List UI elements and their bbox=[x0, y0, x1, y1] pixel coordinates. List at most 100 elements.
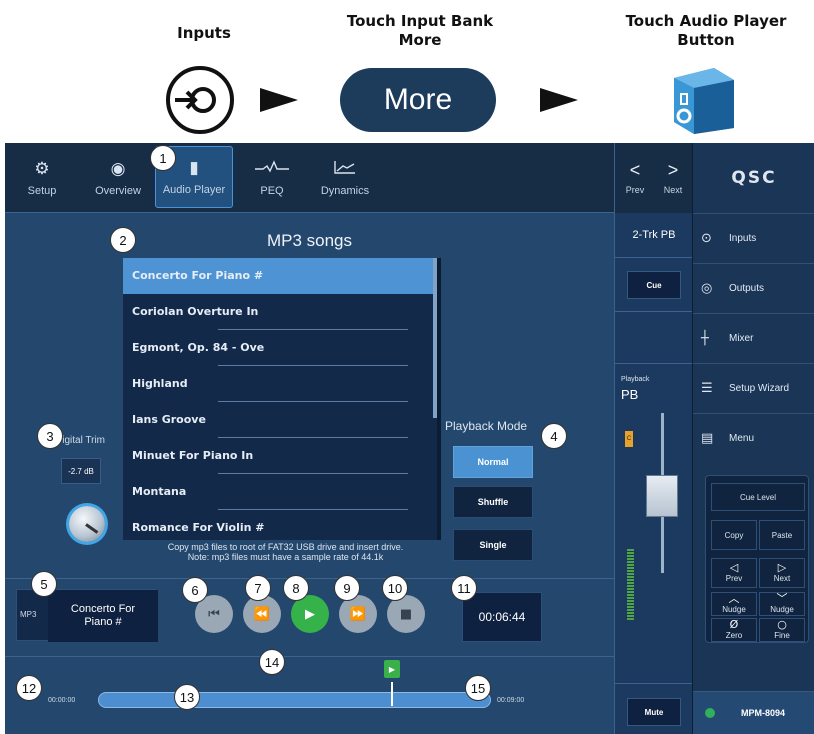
digital-trim-value: -2.7 dB bbox=[61, 458, 101, 484]
sidebar-item-setup-wizard[interactable]: ☰ Setup Wizard bbox=[693, 363, 814, 413]
chevron-left-icon: < bbox=[629, 159, 641, 180]
callout-2: 2 bbox=[110, 227, 136, 253]
nudge-down-button[interactable]: ﹀ Nudge bbox=[759, 592, 805, 616]
callout-7: 7 bbox=[245, 575, 271, 601]
sidebar-item-label: Setup Wizard bbox=[729, 383, 790, 394]
nudge-up-button[interactable]: ︿ Nudge bbox=[711, 592, 757, 616]
instruction-header: Inputs Touch Input Bank More Touch Audio… bbox=[0, 0, 814, 143]
copy-label: Copy bbox=[724, 530, 744, 540]
time-end: 00:09:00 bbox=[497, 697, 525, 704]
now-playing-box: MP3 Concerto For Piano # bbox=[16, 589, 158, 642]
zero-icon: Ø bbox=[729, 618, 739, 631]
playback-single-button[interactable]: Single bbox=[453, 529, 533, 561]
wifi-icon bbox=[705, 708, 715, 718]
qsc-logo: QSC bbox=[731, 168, 777, 188]
list-item[interactable]: Highland bbox=[123, 366, 437, 402]
tab-dynamics[interactable]: Dynamics bbox=[315, 143, 375, 213]
progress-bar[interactable] bbox=[98, 692, 491, 708]
callout-5: 5 bbox=[31, 571, 57, 597]
playback-shuffle-button[interactable]: Shuffle bbox=[453, 486, 533, 518]
list-item[interactable]: Concerto For Piano # bbox=[123, 258, 437, 294]
tab-overview[interactable]: ◉ Overview bbox=[91, 143, 145, 213]
zero-label: Zero bbox=[725, 631, 743, 640]
triangle-left-icon: ◁ bbox=[729, 561, 739, 574]
list-scrollbar[interactable] bbox=[433, 258, 437, 418]
stop-icon: ■ bbox=[399, 606, 413, 622]
input-icon: ⊙ bbox=[701, 231, 712, 246]
tab-dynamics-label: Dynamics bbox=[320, 185, 370, 197]
list-item[interactable]: Montana bbox=[123, 474, 437, 510]
paste-button[interactable]: Paste bbox=[759, 520, 805, 550]
list-item[interactable]: Coriolan Overture In bbox=[123, 294, 437, 330]
copy-button[interactable]: Copy bbox=[711, 520, 757, 550]
prev-label: Prev bbox=[725, 574, 743, 583]
speaker-box-icon: ▮ bbox=[189, 158, 199, 177]
next-channel-button[interactable]: > Next bbox=[655, 151, 691, 203]
cue-button[interactable]: Cue bbox=[627, 271, 681, 299]
control-panel: Cue Level Copy Paste ◁ Prev ▷ Next ︿ Nud… bbox=[705, 475, 809, 643]
divider bbox=[5, 578, 614, 579]
channel-strip: 2-Trk PB Cue Playback PB C Mute bbox=[614, 213, 693, 734]
mute-button[interactable]: Mute bbox=[627, 698, 681, 726]
songs-list[interactable]: Concerto For Piano # Coriolan Overture I… bbox=[123, 258, 441, 540]
callout-8: 8 bbox=[283, 575, 309, 601]
step-inputs-label: Inputs bbox=[177, 24, 231, 42]
sidebar-item-mixer[interactable]: ┼ Mixer bbox=[693, 313, 814, 363]
sidebar-item-inputs[interactable]: ⊙ Inputs bbox=[693, 213, 814, 263]
tab-setup[interactable]: ⚙ Setup bbox=[17, 143, 67, 213]
device-name: MPM-8094 bbox=[741, 708, 786, 718]
callout-11: 11 bbox=[451, 575, 477, 601]
divider bbox=[615, 257, 693, 258]
tab-peq-label: PEQ bbox=[260, 185, 284, 197]
callout-13: 13 bbox=[174, 684, 200, 710]
sidebar-item-label: Outputs bbox=[729, 283, 765, 294]
cue-level-button[interactable]: Cue Level bbox=[711, 483, 805, 511]
divider bbox=[615, 363, 693, 364]
songs-title: MP3 songs bbox=[266, 231, 353, 250]
tab-peq[interactable]: PEQ bbox=[249, 143, 295, 213]
sidebar-item-label: Mixer bbox=[729, 333, 754, 344]
callout-9: 9 bbox=[334, 575, 360, 601]
sidebar-item-menu[interactable]: ▤ Menu bbox=[693, 413, 814, 463]
prev-label: Prev bbox=[625, 184, 645, 195]
tab-overview-label: Overview bbox=[95, 185, 141, 197]
step-more-label: Touch Input Bank More bbox=[330, 12, 510, 50]
sidebar-item-outputs[interactable]: ◎ Outputs bbox=[693, 263, 814, 313]
eye-icon: ◉ bbox=[110, 159, 126, 178]
audio-player-panel: MP3 songs Concerto For Piano # Coriolan … bbox=[5, 213, 614, 734]
fine-icon: ○ bbox=[777, 618, 787, 631]
rewind-button[interactable]: ⏪ bbox=[243, 595, 281, 633]
digital-trim-knob[interactable] bbox=[69, 506, 105, 542]
wizard-icon: ☰ bbox=[701, 381, 713, 396]
play-icon: ▶ bbox=[305, 606, 315, 622]
track-name-text: Concerto For Piano # bbox=[70, 603, 136, 628]
callout-6: 6 bbox=[182, 577, 208, 603]
prev-button[interactable]: ◁ Prev bbox=[711, 558, 757, 588]
sidebar-item-label: Inputs bbox=[729, 233, 757, 244]
device-status: MPM-8094 bbox=[693, 691, 814, 734]
list-item[interactable]: Egmont, Op. 84 - Ove bbox=[123, 330, 437, 366]
strip-nav: < Prev > Next bbox=[614, 143, 692, 213]
fader-handle[interactable] bbox=[646, 475, 678, 517]
usb-note-line1: Copy mp3 files to root of FAT32 USB driv… bbox=[167, 542, 404, 552]
list-item[interactable]: Ians Groove bbox=[123, 402, 437, 438]
playback-label: Playback bbox=[621, 376, 650, 383]
playback-normal-button[interactable]: Normal bbox=[453, 446, 533, 478]
menu-icon: ▤ bbox=[701, 431, 714, 446]
list-item[interactable]: Minuet For Piano In bbox=[123, 438, 437, 474]
zero-button[interactable]: Ø Zero bbox=[711, 618, 757, 642]
fine-button[interactable]: ○ Fine bbox=[759, 618, 805, 642]
step-audio-player-label: Touch Audio Player Button bbox=[608, 12, 804, 50]
level-meter bbox=[627, 549, 634, 621]
next-button[interactable]: ▷ Next bbox=[759, 558, 805, 588]
elapsed-time: 00:06:44 bbox=[462, 592, 542, 642]
nudge-label: Nudge bbox=[722, 605, 746, 614]
next-label: Next bbox=[663, 184, 683, 195]
paste-label: Paste bbox=[771, 530, 793, 540]
list-item[interactable]: Romance For Violin # bbox=[123, 510, 437, 540]
progress-marker[interactable] bbox=[390, 682, 393, 706]
prev-channel-button[interactable]: < Prev bbox=[617, 151, 653, 203]
tab-audio-player-label: Audio Player bbox=[162, 184, 226, 196]
sidebar: QSC ⊙ Inputs ◎ Outputs ┼ Mixer ☰ Setup W… bbox=[692, 143, 814, 734]
chevron-up-icon: ︿ bbox=[728, 592, 740, 605]
